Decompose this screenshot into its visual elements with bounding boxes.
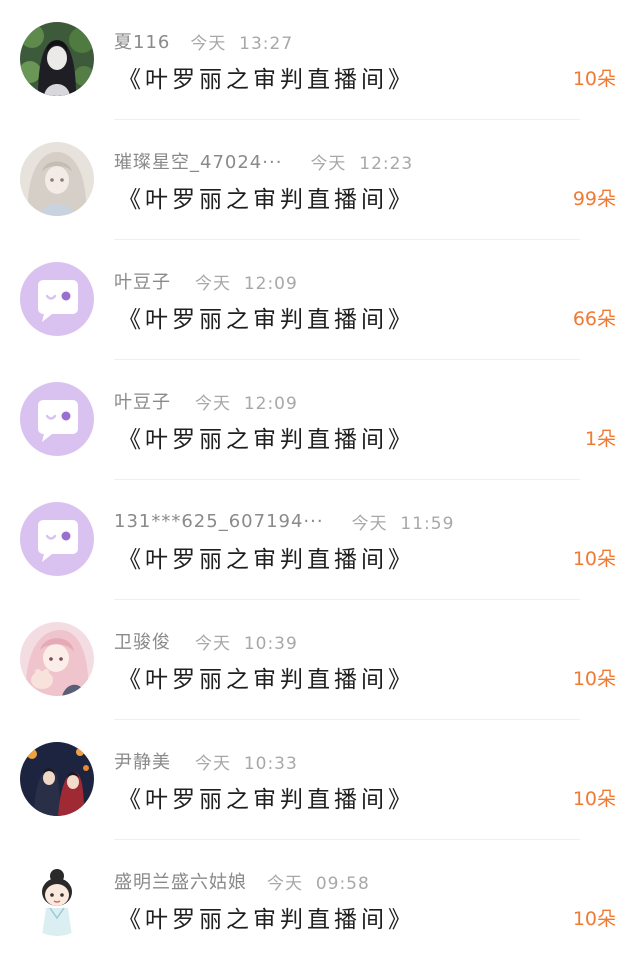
item-meta: 夏116 今天 13:27 [114,28,293,54]
room-title[interactable]: 《叶罗丽之审判直播间》 [118,60,415,94]
default-chat-avatar-icon[interactable] [20,502,94,576]
list-item[interactable]: 夏116 今天 13:27 《叶罗丽之审判直播间》 10朵 [0,0,640,120]
room-title[interactable]: 《叶罗丽之审判直播间》 [118,660,415,694]
list-item[interactable]: 尹静美 今天 10:33 《叶罗丽之审判直播间》 10朵 [0,720,640,840]
room-title[interactable]: 《叶罗丽之审判直播间》 [118,180,415,214]
gift-count: 1朵 [584,428,616,450]
room-title[interactable]: 《叶罗丽之审判直播间》 [118,540,415,574]
list-item[interactable]: 叶豆子 今天 12:09 《叶罗丽之审判直播间》 1朵 [0,360,640,480]
room-title[interactable]: 《叶罗丽之审判直播间》 [118,420,415,454]
gift-count: 10朵 [572,68,616,90]
item-meta: 卫骏俊 今天 10:39 [114,628,298,654]
room-title[interactable]: 《叶罗丽之审判直播间》 [118,900,415,934]
username[interactable]: 盛明兰盛六姑娘 [114,868,247,894]
list-item[interactable]: 卫骏俊 今天 10:39 《叶罗丽之审判直播间》 10朵 [0,600,640,720]
username[interactable]: 卫骏俊 [114,628,171,654]
default-chat-avatar-icon[interactable] [20,262,94,336]
username[interactable]: 131***625_607194··· [114,511,324,532]
item-meta: 叶豆子 今天 12:09 [114,388,298,414]
avatar[interactable] [20,742,94,816]
timestamp: 今天 10:33 [195,753,298,774]
username[interactable]: 尹静美 [114,748,171,774]
avatar[interactable] [20,622,94,696]
item-meta: 盛明兰盛六姑娘 今天 09:58 [114,868,370,894]
avatar[interactable] [20,142,94,216]
gift-count: 10朵 [572,548,616,570]
default-chat-avatar-icon[interactable] [20,382,94,456]
timestamp: 今天 10:39 [195,633,298,654]
gift-count: 66朵 [572,308,616,330]
username[interactable]: 璀璨星空_47024··· [114,148,282,174]
list-item[interactable]: 叶豆子 今天 12:09 《叶罗丽之审判直播间》 66朵 [0,240,640,360]
list-item[interactable]: 131***625_607194··· 今天 11:59 《叶罗丽之审判直播间》… [0,480,640,600]
timestamp: 今天 12:09 [195,273,298,294]
item-meta: 尹静美 今天 10:33 [114,748,298,774]
room-title[interactable]: 《叶罗丽之审判直播间》 [118,300,415,334]
avatar[interactable] [20,862,94,936]
timestamp: 今天 11:59 [351,513,455,534]
gift-count: 10朵 [572,668,616,690]
list-item[interactable]: 璀璨星空_47024··· 今天 12:23 《叶罗丽之审判直播间》 99朵 [0,120,640,240]
timestamp: 今天 13:27 [190,33,294,54]
avatar[interactable] [20,22,94,96]
list-item[interactable]: 盛明兰盛六姑娘 今天 09:58 《叶罗丽之审判直播间》 10朵 [0,840,640,960]
username[interactable]: 叶豆子 [114,388,171,414]
gift-record-list: 夏116 今天 13:27 《叶罗丽之审判直播间》 10朵 璀璨星空_47024… [0,0,640,949]
timestamp: 今天 12:23 [310,153,414,174]
item-meta: 璀璨星空_47024··· 今天 12:23 [114,148,413,174]
item-meta: 叶豆子 今天 12:09 [114,268,298,294]
timestamp: 今天 12:09 [195,393,298,414]
username[interactable]: 叶豆子 [114,268,171,294]
gift-count: 10朵 [572,788,616,810]
username[interactable]: 夏116 [114,28,170,54]
gift-count: 99朵 [572,188,616,210]
item-meta: 131***625_607194··· 今天 11:59 [114,508,454,534]
timestamp: 今天 09:58 [267,873,370,894]
room-title[interactable]: 《叶罗丽之审判直播间》 [118,780,415,814]
gift-count: 10朵 [572,908,616,930]
